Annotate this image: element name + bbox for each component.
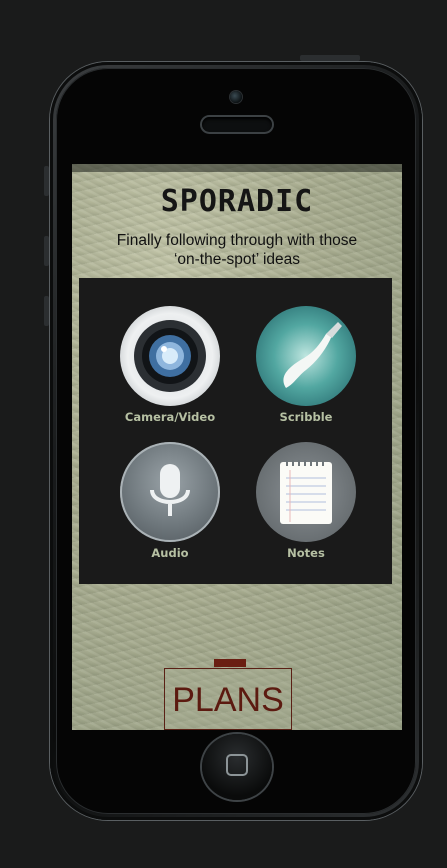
status-bar (72, 164, 402, 172)
scribble-button[interactable]: Scribble (251, 306, 361, 436)
audio-button[interactable]: Audio (115, 442, 225, 572)
capture-menu-panel: Camera/Video Scribble Audio Notes (79, 278, 392, 584)
scribble-label: Scribble (279, 410, 333, 424)
front-camera-icon (230, 91, 242, 103)
audio-label: Audio (151, 546, 189, 560)
brush-icon (256, 306, 356, 406)
home-square-icon (226, 754, 248, 776)
camera-icon (120, 306, 220, 406)
volume-down-button (44, 296, 49, 326)
notes-label: Notes (287, 546, 325, 560)
camera-video-label: Camera/Video (124, 410, 216, 424)
plans-button[interactable]: PLANS (164, 668, 292, 730)
volume-up-button (44, 236, 49, 266)
power-button (300, 55, 360, 61)
tagline-line-2: ‘on-the-spot’ ideas (173, 251, 301, 268)
camera-video-button[interactable]: Camera/Video (115, 306, 225, 436)
notes-button[interactable]: Notes (251, 442, 361, 572)
tagline: Finally following through with those ‘on… (72, 231, 402, 269)
microphone-icon (120, 442, 220, 542)
app-screen: SPORADIC Finally following through with … (72, 164, 402, 730)
tagline-line-1: Finally following through with those (116, 232, 358, 249)
plans-tab-marker (214, 659, 246, 667)
earpiece-speaker (202, 117, 272, 132)
notepad-icon (256, 442, 356, 542)
mute-switch (44, 166, 49, 196)
app-title: SPORADIC (160, 184, 314, 219)
